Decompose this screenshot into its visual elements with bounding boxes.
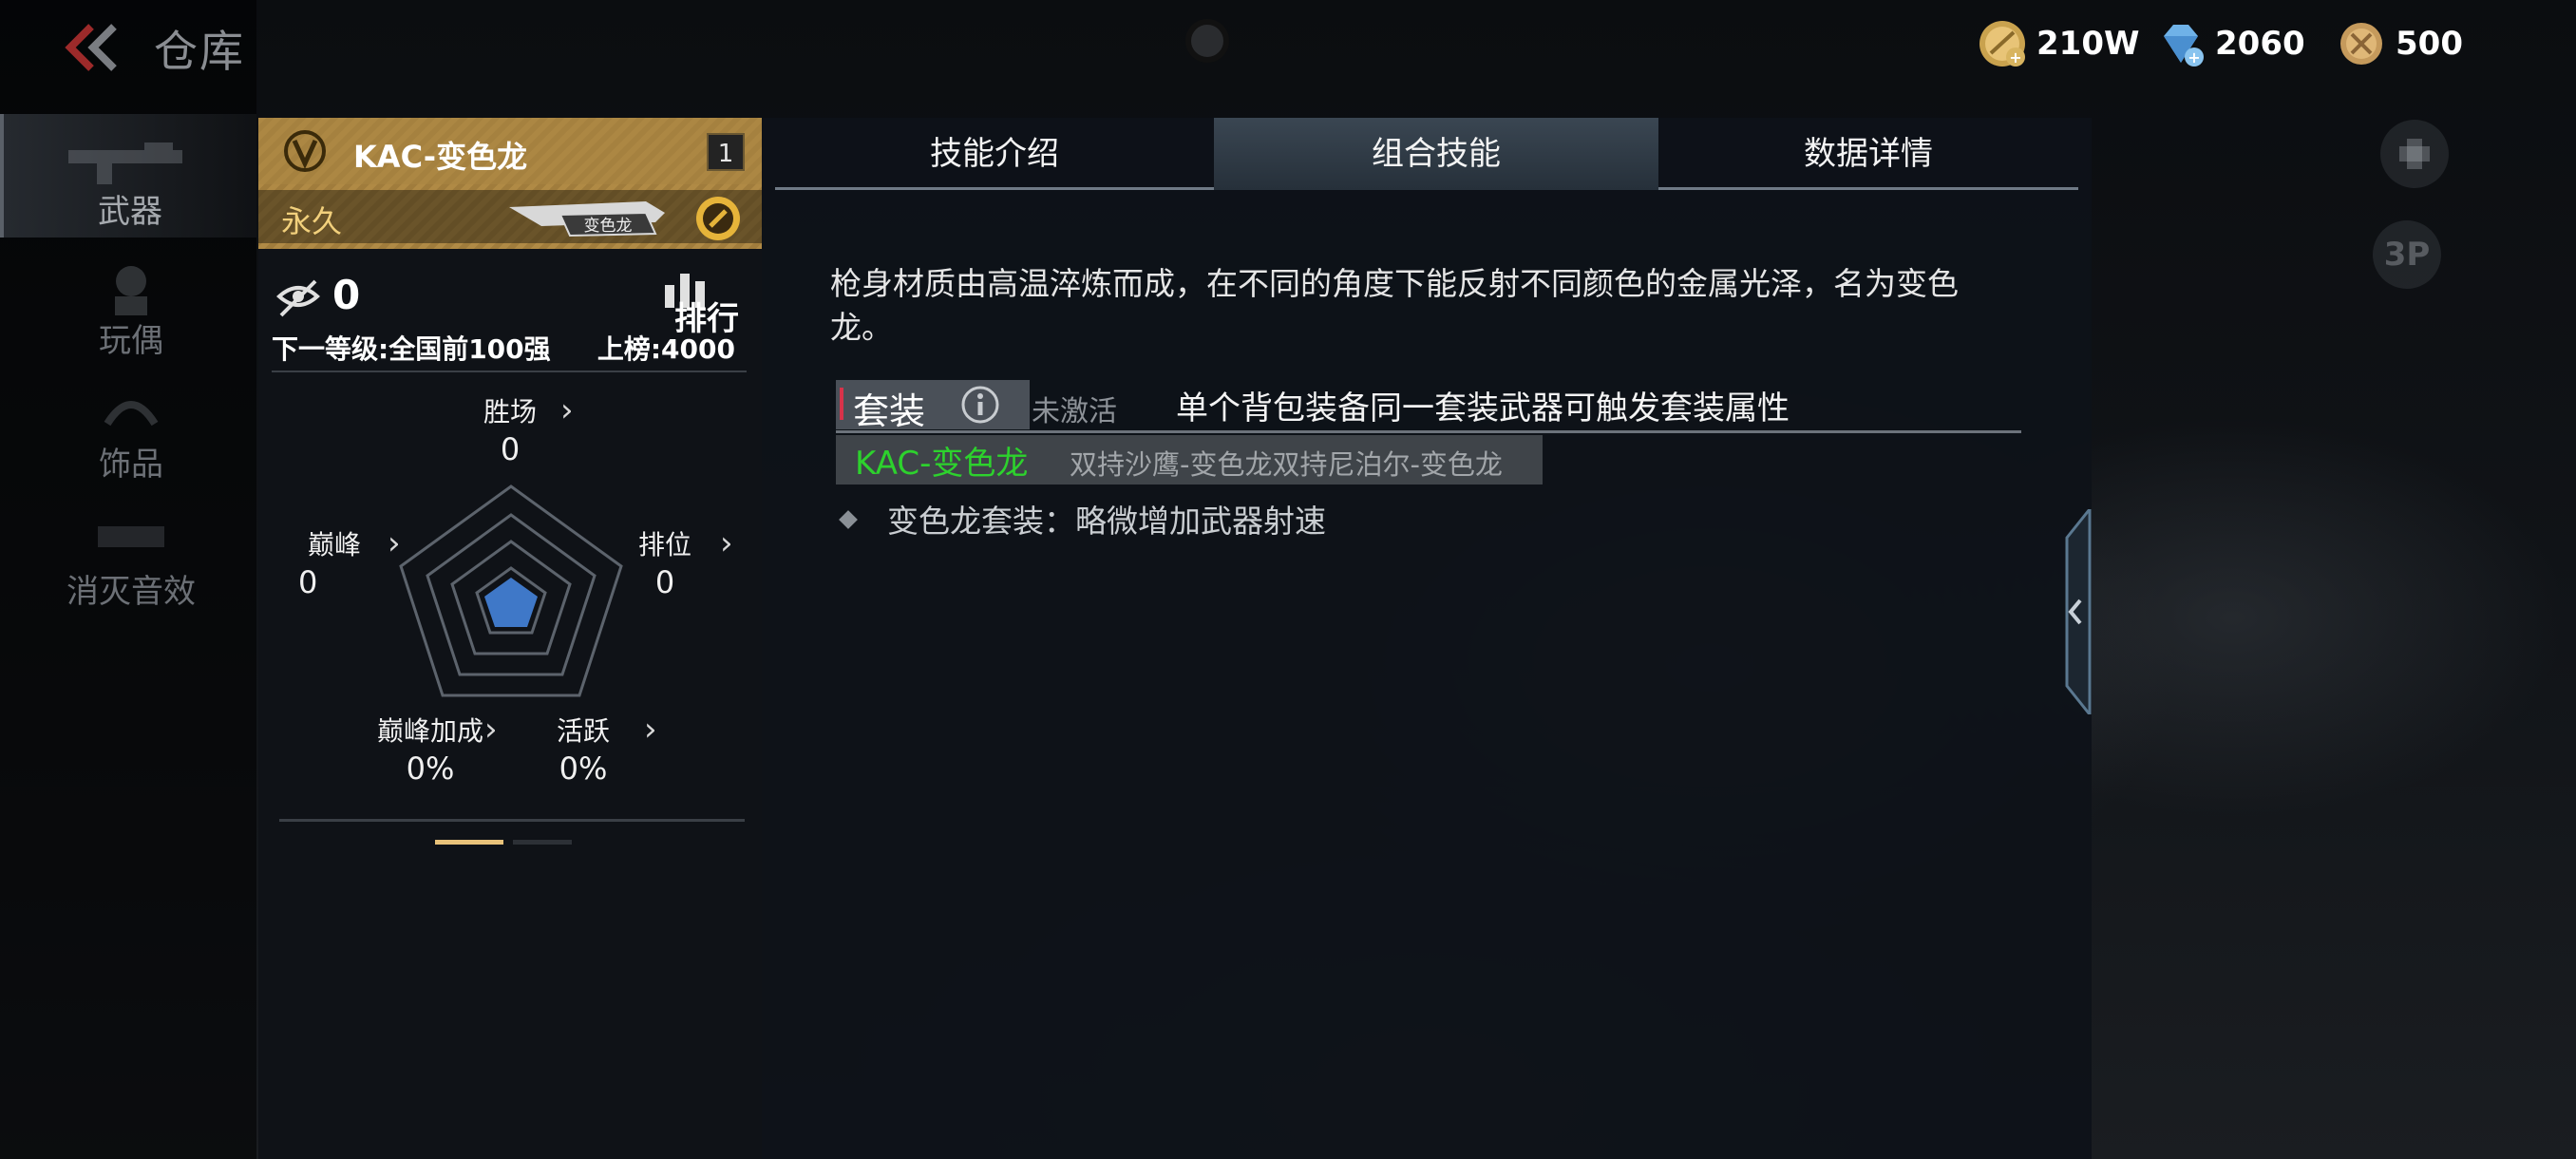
threshold-text: 上榜:4000 — [597, 333, 735, 365]
stat-rank-value: 0 — [654, 564, 675, 600]
chameleon-logo-icon: 变色龙 — [509, 201, 665, 238]
sound-icon — [98, 526, 164, 547]
tab-data-details[interactable]: 数据详情 — [1658, 118, 2078, 190]
weapon-card: KAC-变色龙 1 永久 变色龙 0 排行 下一等级:全国前100强 上榜:40… — [258, 118, 762, 1159]
camera-dot — [1185, 19, 1229, 63]
nav-label-weapons: 武器 — [98, 193, 162, 231]
nav-item-weapons[interactable]: 武器 — [0, 114, 256, 238]
gamepad-button[interactable] — [2380, 120, 2449, 188]
set-bonus: 变色龙套装：略微增加武器射速 — [839, 496, 1326, 542]
gold-value: 210W — [2036, 25, 2140, 63]
radar-chart — [399, 484, 623, 697]
info-icon[interactable] — [959, 384, 1001, 426]
card-divider — [279, 819, 745, 822]
tabs-container: 技能介绍 组合技能 数据详情 — [775, 118, 2078, 190]
coin-value: 500 — [2396, 25, 2463, 63]
page-indicator[interactable] — [513, 840, 572, 845]
stat-peak[interactable]: 巅峰 0 — [296, 524, 372, 600]
set-note: 单个背包装备同一套装武器可触发套装属性 — [1176, 390, 1790, 428]
set-row: 套装 未激活 单个背包装备同一套装武器可触发套装属性 — [836, 380, 2021, 433]
nav-label-dolls: 玩偶 — [99, 322, 163, 360]
duration-row: 永久 变色龙 — [258, 190, 762, 243]
gamepad-icon — [2399, 139, 2430, 169]
tab-bar: 技能介绍 组合技能 数据详情 — [775, 118, 2078, 194]
set-items: KAC-变色龙 双持沙鹰-变色龙双持尼泊尔-变色龙 — [836, 435, 1543, 484]
gold-currency[interactable]: + 210W — [1976, 15, 2139, 72]
set-bonus-text: 变色龙套装：略微增加武器射速 — [887, 503, 1326, 540]
divider — [272, 370, 747, 372]
stat-peak-label: 巅峰 — [307, 529, 361, 560]
set-item-others: 双持沙鹰-变色龙双持尼泊尔-变色龙 — [1070, 448, 1503, 481]
vip-badge-icon — [284, 130, 326, 172]
back-chevrons-icon — [65, 24, 117, 71]
weapon-level: 1 — [707, 133, 745, 171]
diamond-bullet-icon — [839, 510, 858, 529]
stat-rank-label: 排位 — [637, 529, 691, 560]
tab-skill-intro[interactable]: 技能介绍 — [775, 118, 1214, 190]
tab-combo-skills[interactable]: 组合技能 — [1214, 118, 1658, 190]
chevron-right-icon[interactable]: › — [720, 524, 733, 562]
stat-rank[interactable]: 排位 0 — [627, 524, 703, 600]
rifle-icon — [68, 142, 182, 184]
weapon-description: 枪身材质由高温淬炼而成，在不同的角度下能反射不同颜色的金属光泽，名为变色龙。 — [830, 265, 1959, 346]
duration-label: 永久 — [281, 203, 343, 239]
set-tag: 套装 — [836, 380, 1030, 432]
nav-label-kill-sounds: 消灭音效 — [66, 573, 196, 611]
stat-wins-value: 0 — [500, 431, 521, 467]
stat-peak-bonus-value: 0% — [406, 750, 455, 787]
page-title: 仓库 — [154, 26, 245, 77]
stat-active-value: 0% — [559, 750, 608, 787]
rank-hidden-icon — [276, 279, 320, 317]
nav-item-accessories[interactable]: 饰品 — [27, 367, 236, 490]
radar-value-shape — [484, 578, 538, 627]
svg-text:+: + — [2188, 48, 2200, 66]
coin-icon — [2340, 23, 2382, 65]
page-indicator-active[interactable] — [435, 840, 503, 845]
third-person-button[interactable]: 3P — [2373, 220, 2441, 289]
chevron-right-icon[interactable]: › — [560, 391, 574, 429]
coin-currency[interactable]: 500 — [2335, 15, 2463, 72]
collapse-handle-icon[interactable] — [2057, 509, 2092, 714]
nav-item-kill-sounds[interactable]: 消灭音效 — [27, 494, 236, 618]
stat-wins[interactable]: 胜场 0 — [467, 391, 553, 467]
stat-wins-label: 胜场 — [483, 396, 537, 428]
set-label: 套装 — [853, 390, 926, 432]
weapon-name: KAC-变色龙 — [353, 139, 528, 175]
diamond-currency[interactable]: + 2060 — [2154, 15, 2305, 72]
rank-info: 下一等级:全国前100强 上榜:4000 — [272, 329, 747, 367]
chevron-right-icon[interactable]: › — [644, 711, 657, 749]
back-button[interactable] — [59, 21, 125, 74]
accessory-icon — [104, 401, 159, 427]
rank-row: 0 排行 — [274, 270, 748, 338]
nav-label-accessories: 饰品 — [99, 446, 163, 484]
svg-text:变色龙: 变色龙 — [584, 217, 633, 236]
set-item-main: KAC-变色龙 — [855, 445, 1029, 483]
set-tag-marker — [840, 388, 843, 420]
svg-text:+: + — [2009, 48, 2021, 66]
next-level-text: 下一等级:全国前100强 — [272, 333, 551, 365]
rank-value: 0 — [332, 272, 361, 318]
diamond-value: 2060 — [2215, 25, 2305, 63]
doll-icon — [115, 266, 147, 315]
card-header: KAC-变色龙 1 永久 变色龙 — [258, 118, 762, 249]
set-status: 未激活 — [1032, 395, 1117, 428]
gold-ring-icon[interactable] — [693, 194, 743, 243]
stat-peak-value: 0 — [298, 564, 318, 600]
nav-item-dolls[interactable]: 玩偶 — [27, 243, 236, 367]
gold-icon: + — [1979, 21, 2025, 66]
diamond-icon: + — [2164, 25, 2204, 66]
